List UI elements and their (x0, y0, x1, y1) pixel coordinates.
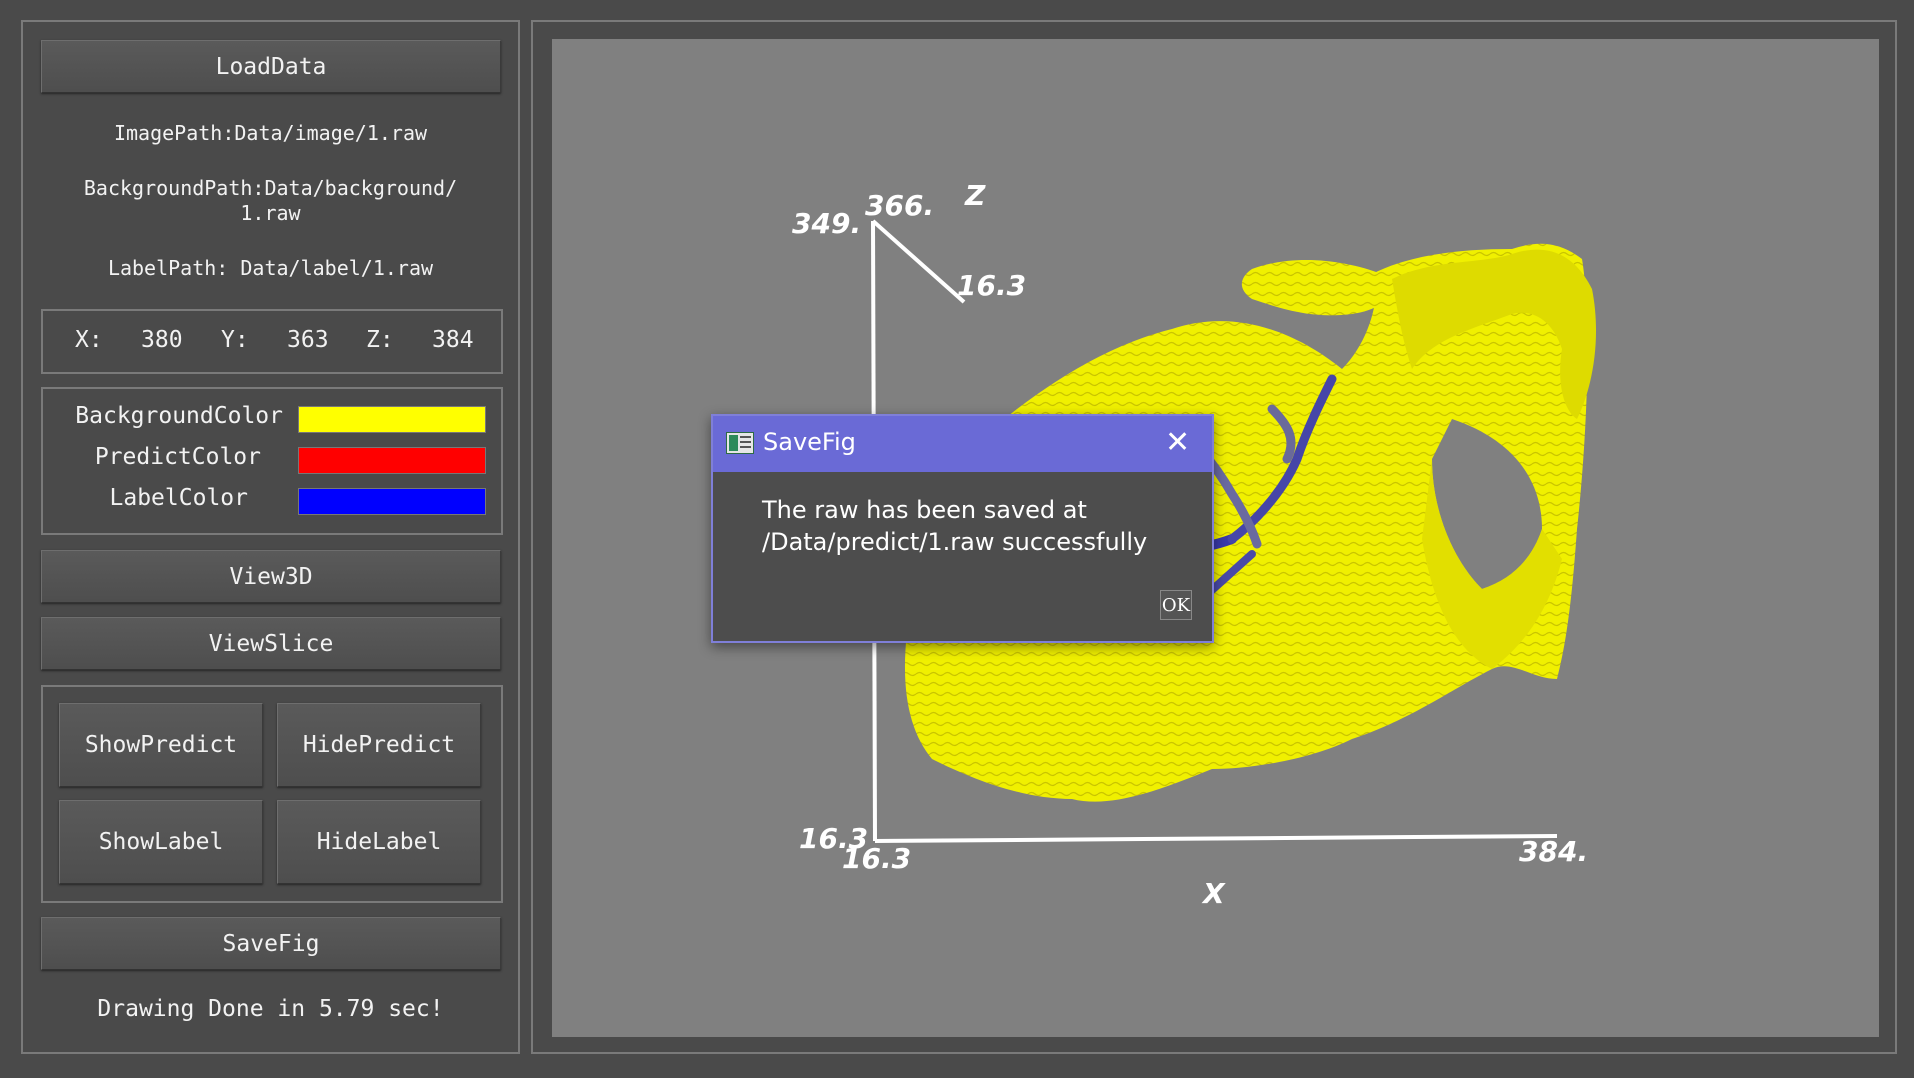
y-tick-end: 16.3 (957, 269, 1027, 302)
z-axis-label: Z (965, 179, 986, 212)
control-panel: LoadData ImagePath:Data/image/1.raw Back… (21, 20, 520, 1054)
visibility-toggle-box: ShowPredict HidePredict ShowLabel HideLa… (41, 685, 503, 903)
y-coord-value: 363 (287, 327, 329, 353)
hide-predict-button[interactable]: HidePredict (277, 703, 481, 787)
savefig-button[interactable]: SaveFig (41, 917, 501, 970)
dialog-title-bar[interactable]: SaveFig ✕ (713, 416, 1212, 472)
background-path-text-line1: BackgroundPath:Data/background/ (83, 176, 458, 200)
view3d-button[interactable]: View3D (41, 550, 501, 603)
load-data-button[interactable]: LoadData (41, 40, 501, 93)
status-text: Drawing Done in 5.79 sec! (97, 996, 444, 1022)
z-tick-top-a: 349. (792, 207, 862, 240)
dialog-message: The raw has been saved at /Data/predict/… (762, 496, 1148, 556)
x-coord-value: 380 (141, 327, 183, 353)
z-coord-label: Z: (366, 327, 394, 353)
background-color-label: BackgroundColor (75, 403, 283, 429)
label-color-swatch[interactable] (298, 488, 486, 515)
label-color-label: LabelColor (109, 485, 248, 511)
viewslice-button[interactable]: ViewSlice (41, 617, 501, 670)
show-label-button[interactable]: ShowLabel (59, 800, 263, 884)
x-axis-label: X (1203, 877, 1225, 910)
hide-label-button[interactable]: HideLabel (277, 800, 481, 884)
z-coord-value: 384 (432, 327, 474, 353)
show-predict-button[interactable]: ShowPredict (59, 703, 263, 787)
coordinates-box: X: 380 Y: 363 Z: 384 (41, 309, 503, 374)
label-path-text: LabelPath: Data/label/1.raw (107, 256, 434, 280)
background-path-text-line2: 1.raw (240, 201, 301, 225)
dialog-title: SaveFig (763, 428, 856, 456)
image-path-text: ImagePath:Data/image/1.raw (113, 121, 428, 145)
savefig-dialog: SaveFig ✕ The raw has been saved at /Dat… (711, 414, 1214, 643)
predict-color-label: PredictColor (94, 444, 261, 470)
color-settings-box: BackgroundColor PredictColor LabelColor (41, 387, 503, 535)
y-coord-label: Y: (221, 327, 249, 353)
predict-color-swatch[interactable] (298, 447, 486, 474)
z-tick-top-b: 366. (865, 189, 935, 222)
x-tick-end: 384. (1519, 835, 1589, 868)
x-coord-label: X: (75, 327, 103, 353)
ok-button[interactable]: OK (1160, 590, 1192, 620)
app-window-icon (726, 432, 754, 454)
origin-tick-b: 16.3 (842, 842, 912, 875)
close-icon[interactable]: ✕ (1165, 424, 1190, 462)
background-color-swatch[interactable] (298, 406, 486, 433)
